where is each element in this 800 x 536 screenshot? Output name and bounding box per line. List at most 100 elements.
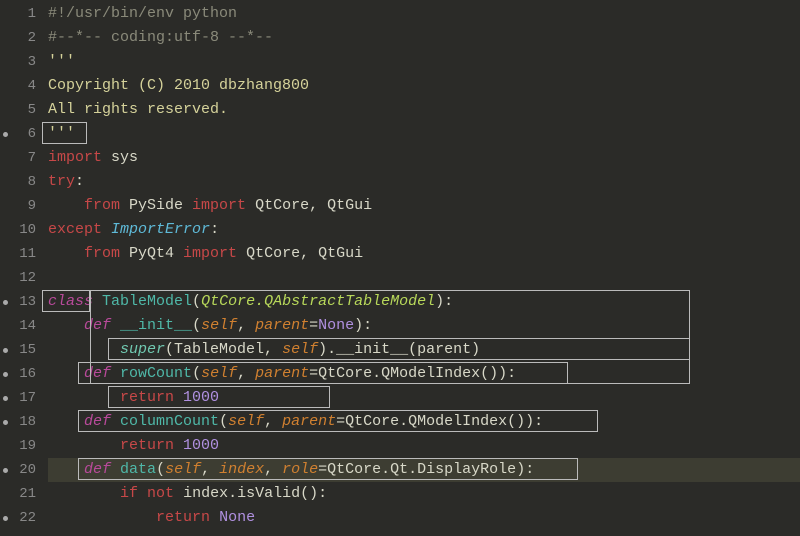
token: PyQt4 — [120, 245, 183, 262]
token: return — [120, 389, 174, 406]
code-line[interactable]: ''' — [48, 50, 800, 74]
edit-marker-icon — [3, 468, 8, 473]
code-line[interactable]: from PySide import QtCore, QtGui — [48, 194, 800, 218]
code-line[interactable]: def columnCount(self, parent=QtCore.QMod… — [48, 410, 800, 434]
token: , — [264, 461, 282, 478]
token: import — [48, 149, 102, 166]
line-number: 13 — [0, 290, 42, 314]
line-number: 22 — [0, 506, 42, 530]
line-number: 1 — [0, 2, 42, 26]
line-number-text: 21 — [19, 482, 36, 506]
token: TableModel — [102, 293, 192, 310]
line-number: 5 — [0, 98, 42, 122]
line-number-text: 22 — [19, 506, 36, 530]
token: PySide — [120, 197, 192, 214]
token: role — [282, 461, 318, 478]
token: not — [147, 485, 174, 502]
token: self — [165, 461, 201, 478]
code-line[interactable]: return 1000 — [48, 434, 800, 458]
token: QtCore, QtGui — [237, 245, 363, 262]
token: ): — [354, 317, 372, 334]
token — [174, 389, 183, 406]
line-number: 2 — [0, 26, 42, 50]
token: self — [228, 413, 264, 430]
token: QtCore, QtGui — [246, 197, 372, 214]
code-line[interactable]: if not index.isValid(): — [48, 482, 800, 506]
token — [111, 413, 120, 430]
code-line[interactable]: return None — [48, 506, 800, 530]
token: ( — [156, 461, 165, 478]
code-line[interactable]: super(TableModel, self).__init__(parent) — [48, 338, 800, 362]
token: columnCount — [120, 413, 219, 430]
token: index.isValid(): — [174, 485, 327, 502]
code-line[interactable]: return 1000 — [48, 386, 800, 410]
token — [48, 341, 120, 358]
token: index — [219, 461, 264, 478]
token: ''' — [48, 125, 75, 142]
code-line[interactable]: try: — [48, 170, 800, 194]
token: 1000 — [183, 437, 219, 454]
code-line[interactable]: ''' — [48, 122, 800, 146]
code-line[interactable]: def data(self, index, role=QtCore.Qt.Dis… — [48, 458, 800, 482]
code-line[interactable]: except ImportError: — [48, 218, 800, 242]
line-number-text: 15 — [19, 338, 36, 362]
token — [174, 437, 183, 454]
token — [48, 245, 84, 262]
code-line[interactable]: def __init__(self, parent=None): — [48, 314, 800, 338]
line-number-text: 10 — [19, 218, 36, 242]
code-line[interactable]: from PyQt4 import QtCore, QtGui — [48, 242, 800, 266]
token: (TableModel, — [165, 341, 282, 358]
token: import — [192, 197, 246, 214]
line-number-text: 11 — [19, 242, 36, 266]
token: rowCount — [120, 365, 192, 382]
token: =QtCore.Qt.DisplayRole): — [318, 461, 534, 478]
line-number-text: 13 — [19, 290, 36, 314]
code-line[interactable] — [48, 266, 800, 290]
token: All rights reserved. — [48, 101, 228, 118]
token: def — [84, 413, 111, 430]
token: Copyright (C) 2010 dbzhang800 — [48, 77, 309, 94]
token: : — [210, 221, 219, 238]
code-line[interactable]: class TableModel(QtCore.QAbstractTableMo… — [48, 290, 800, 314]
line-number-text: 12 — [19, 266, 36, 290]
line-number: 20 — [0, 458, 42, 482]
line-number-text: 18 — [19, 410, 36, 434]
code-line[interactable]: Copyright (C) 2010 dbzhang800 — [48, 74, 800, 98]
token: ( — [192, 365, 201, 382]
token: self — [282, 341, 318, 358]
token: ( — [192, 293, 201, 310]
line-number: 16 — [0, 362, 42, 386]
code-line[interactable]: #!/usr/bin/env python — [48, 2, 800, 26]
line-number: 14 — [0, 314, 42, 338]
token: self — [201, 365, 237, 382]
line-number: 17 — [0, 386, 42, 410]
line-number-text: 7 — [28, 146, 36, 170]
token: parent — [255, 317, 309, 334]
token: data — [120, 461, 156, 478]
code-editor[interactable]: 12345678910111213141516171819202122 #!/u… — [0, 0, 800, 536]
token: def — [84, 365, 111, 382]
code-line[interactable]: #--*-- coding:utf-8 --*-- — [48, 26, 800, 50]
token: #--*-- coding:utf-8 --*-- — [48, 29, 273, 46]
token: super — [120, 341, 165, 358]
token: None — [318, 317, 354, 334]
token: def — [84, 461, 111, 478]
line-number: 18 — [0, 410, 42, 434]
token — [48, 437, 120, 454]
token — [48, 509, 156, 526]
code-area[interactable]: #!/usr/bin/env python #--*-- coding:utf-8… — [42, 0, 800, 536]
line-number: 4 — [0, 74, 42, 98]
line-number-text: 19 — [19, 434, 36, 458]
edit-marker-icon — [3, 420, 8, 425]
token: ImportError — [111, 221, 210, 238]
code-line[interactable]: All rights reserved. — [48, 98, 800, 122]
edit-marker-icon — [3, 132, 8, 137]
token: self — [201, 317, 237, 334]
edit-marker-icon — [3, 396, 8, 401]
line-number: 11 — [0, 242, 42, 266]
code-line[interactable]: import sys — [48, 146, 800, 170]
line-number-text: 9 — [28, 194, 36, 218]
token: class — [48, 293, 93, 310]
code-line[interactable]: def rowCount(self, parent=QtCore.QModelI… — [48, 362, 800, 386]
line-number-text: 14 — [19, 314, 36, 338]
